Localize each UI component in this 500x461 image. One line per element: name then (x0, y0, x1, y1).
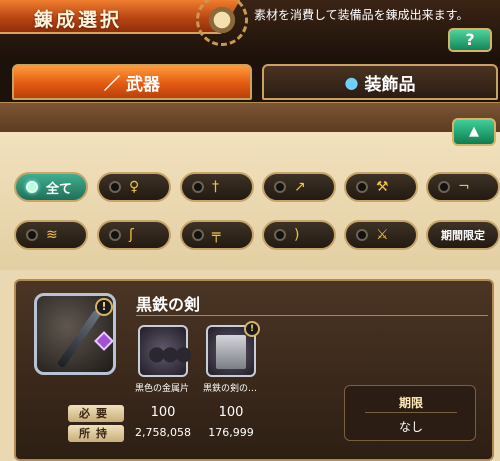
filter-axe[interactable]: ⚔ (344, 220, 418, 250)
filter-mace[interactable]: ╤ (180, 220, 254, 250)
material-2-owned: 176,999 (208, 426, 254, 439)
radio-icon (109, 181, 121, 193)
gear-emblem-icon (196, 0, 248, 46)
staff-icon: ♀ (129, 179, 140, 195)
material-icon-1[interactable]: ●●● (138, 325, 192, 377)
warning-icon: ! (244, 321, 260, 337)
gun-icon: ¬ (458, 179, 470, 195)
help-button[interactable]: ? (448, 28, 492, 52)
filter-staff[interactable]: ♀ (97, 172, 171, 202)
mace-icon: ╤ (212, 227, 221, 243)
owned-label: 所持 (68, 425, 124, 442)
material-label-2: 黒鉄の剣の… (202, 384, 257, 394)
limit-value: なし (398, 420, 423, 434)
item-icon-frame[interactable]: ! (34, 293, 116, 375)
radio-icon (26, 181, 38, 193)
sword-icon: † (212, 179, 219, 195)
filter-area: ▲ 全て ♀ † ↗ ⚒ ¬ ≋ ʃ ╤ ) ⚔ 期間限定 (0, 118, 500, 270)
filter-limited-label: 期間限定 (441, 229, 485, 242)
filter-all-label: 全て (46, 181, 73, 197)
radio-icon (438, 181, 450, 193)
material-icon-2[interactable]: ! (206, 321, 260, 377)
scythe-icon: ʃ (129, 227, 134, 243)
tab-accessory-label: 装飾品 (364, 74, 416, 95)
hammer-sword-icon: ⚒ (376, 179, 389, 195)
header-bar: 錬成選択 素材を消費して装備品を錬成出来ます。 ? (0, 0, 500, 60)
radio-icon (192, 181, 204, 193)
radio-icon (356, 229, 368, 241)
tab-weapon-label: 武器 (126, 74, 160, 95)
warning-icon: ! (95, 298, 113, 316)
page-title: 錬成選択 (34, 9, 123, 31)
metal-fragment-icon: ●●● (148, 341, 192, 365)
radio-icon (109, 229, 121, 241)
radio-icon (274, 181, 286, 193)
divider (136, 315, 488, 316)
item-name: 黒鉄の剣 (136, 295, 201, 314)
material-label-1: 黒色の金属片 (134, 384, 189, 394)
material-1-required: 100 (150, 405, 176, 420)
gem-icon (94, 331, 114, 351)
material-1-owned: 2,758,058 (135, 426, 191, 439)
tab-weapon[interactable]: ／ 武器 (12, 64, 252, 100)
radio-icon (274, 229, 286, 241)
amulet-icon: ● (344, 72, 359, 92)
filter-hammer-sword[interactable]: ⚒ (344, 172, 418, 202)
radio-icon (356, 181, 368, 193)
radio-icon (192, 229, 204, 241)
filter-scythe[interactable]: ʃ (97, 220, 171, 250)
spear-icon: ↗ (294, 179, 306, 195)
sword-fragment-icon (216, 335, 246, 369)
claw-icon: ≋ (46, 227, 58, 243)
filter-sword[interactable]: † (180, 172, 254, 202)
bow-icon: ) (294, 227, 300, 243)
divider (365, 412, 457, 413)
filter-spear[interactable]: ↗ (262, 172, 336, 202)
limit-box: 期限 なし (344, 385, 476, 441)
tab-accessory[interactable]: ● 装飾品 (262, 64, 498, 100)
axe-icon: ⚔ (376, 227, 389, 243)
sub-bar (0, 102, 500, 132)
collapse-filter-button[interactable]: ▲ (452, 118, 496, 146)
filter-bow[interactable]: ) (262, 220, 336, 250)
page-description: 素材を消費して装備品を錬成出来ます。 (254, 8, 469, 22)
sword-icon: ／ (103, 74, 120, 93)
category-tabs: ／ 武器 ● 装飾品 (0, 60, 500, 102)
filter-limited[interactable]: 期間限定 (426, 220, 500, 250)
limit-title: 期限 (398, 396, 423, 410)
filter-all[interactable]: 全て (14, 172, 88, 202)
filter-gun[interactable]: ¬ (426, 172, 500, 202)
material-2-required: 100 (218, 405, 244, 420)
item-panel[interactable]: ! 黒鉄の剣 ●●● 黒色の金属片 ! 黒鉄の剣の… 必要 所持 100 2,7… (14, 279, 494, 461)
filter-claw[interactable]: ≋ (14, 220, 88, 250)
radio-icon (26, 229, 38, 241)
required-label: 必要 (68, 405, 124, 422)
